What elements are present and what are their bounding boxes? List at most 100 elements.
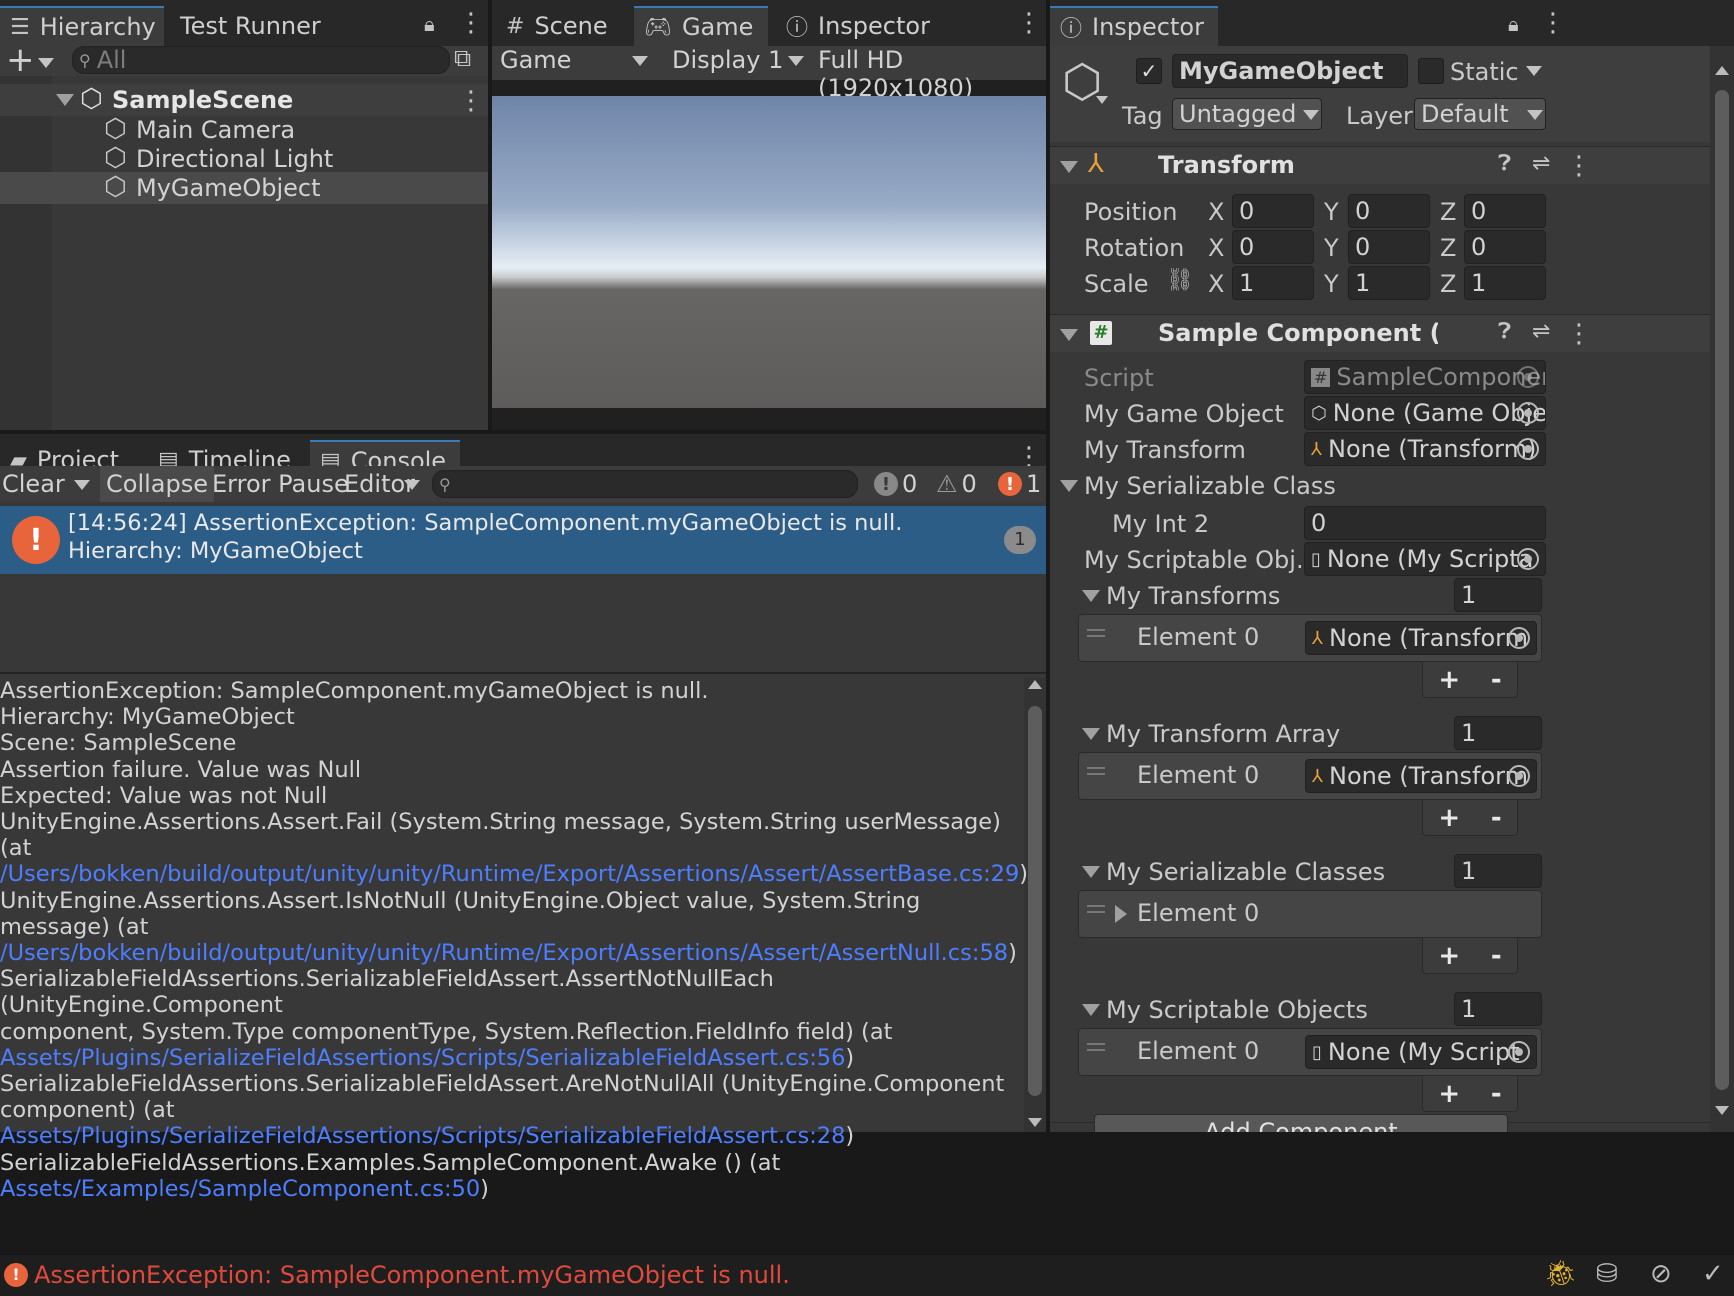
position-z-field[interactable]: 0: [1464, 194, 1546, 228]
expand-icon[interactable]: [1082, 728, 1100, 740]
add-element-button[interactable]: +: [1438, 665, 1460, 695]
element-0-field[interactable]: ▯ None (My Script: [1305, 1035, 1537, 1069]
my-scriptable-objects-label[interactable]: My Scriptable Objects: [1106, 996, 1368, 1024]
hierarchy-item-main-camera[interactable]: ⬡ Main Camera: [0, 114, 488, 146]
collapse-button[interactable]: Collapse: [100, 466, 214, 502]
scroll-up-icon[interactable]: [1715, 66, 1729, 75]
scroll-up-icon[interactable]: [1028, 680, 1042, 689]
icon-dropdown-icon[interactable]: [1096, 96, 1108, 104]
scroll-down-icon[interactable]: [1715, 1106, 1729, 1115]
position-x-field[interactable]: 0: [1232, 194, 1314, 228]
lock-icon[interactable]: 🔒︎: [1508, 12, 1519, 36]
element-0-field[interactable]: ⅄ None (Transform: [1305, 759, 1537, 793]
tab-inspector[interactable]: ⓘ Inspector: [1050, 6, 1218, 46]
scale-z-field[interactable]: 1: [1464, 266, 1546, 300]
warning-filter-toggle[interactable]: ⚠ 0: [936, 470, 977, 498]
remove-element-button[interactable]: -: [1491, 1079, 1502, 1109]
position-y-field[interactable]: 0: [1348, 194, 1430, 228]
presets-icon[interactable]: ⇌: [1532, 151, 1550, 176]
expand-icon[interactable]: [1082, 1004, 1100, 1016]
component-menu-icon[interactable]: ⋮: [1566, 321, 1592, 347]
constrain-proportions-icon[interactable]: ⛓: [1166, 268, 1194, 293]
remove-element-button[interactable]: -: [1491, 665, 1502, 695]
scrollbar-thumb[interactable]: [1028, 706, 1042, 1096]
inspector-menu-icon[interactable]: ⋮: [1540, 10, 1566, 36]
expand-icon[interactable]: [1082, 866, 1100, 878]
layer-dropdown[interactable]: Default: [1414, 98, 1546, 130]
hierarchy-item-mygameobject[interactable]: ⬡ MyGameObject: [0, 172, 488, 204]
tab-inspector-center[interactable]: ⓘ Inspector: [776, 6, 940, 46]
my-transform-array-size[interactable]: 1: [1454, 716, 1542, 750]
add-component-button[interactable]: Add Component: [1094, 1114, 1508, 1132]
inspector-scrollbar[interactable]: [1710, 46, 1734, 1132]
remove-element-button[interactable]: -: [1491, 803, 1502, 833]
stacktrace-link[interactable]: Assets/Plugins/SerializeFieldAssertions/…: [0, 1045, 845, 1071]
element-0-field[interactable]: ⅄ None (Transform: [1305, 621, 1537, 655]
help-icon[interactable]: ❓︎: [1498, 151, 1511, 176]
drag-handle-icon[interactable]: [1087, 905, 1105, 913]
my-int-2-field[interactable]: 0: [1304, 506, 1546, 540]
my-scriptable-obj-field[interactable]: ▯ None (My Scripta: [1304, 542, 1546, 576]
status-message[interactable]: AssertionException: SampleComponent.myGa…: [34, 1261, 790, 1289]
add-element-button[interactable]: +: [1438, 1079, 1460, 1109]
help-icon[interactable]: ❓︎: [1498, 319, 1511, 344]
scrollbar-thumb[interactable]: [1715, 90, 1729, 1090]
object-name-field[interactable]: MyGameObject: [1172, 54, 1408, 88]
add-icon[interactable]: +: [6, 40, 35, 80]
lock-icon[interactable]: 🔒︎: [424, 12, 435, 36]
error-pause-button[interactable]: Error Pause: [212, 470, 349, 498]
drag-handle-icon[interactable]: [1087, 1043, 1105, 1051]
my-serializable-classes-label[interactable]: My Serializable Classes: [1106, 858, 1385, 886]
hierarchy-item-directional-light[interactable]: ⬡ Directional Light: [0, 143, 488, 175]
checkmark-icon[interactable]: ✓: [1702, 1259, 1724, 1289]
rotation-z-field[interactable]: 0: [1464, 230, 1546, 264]
component-menu-icon[interactable]: ⋮: [1566, 153, 1592, 179]
expand-icon[interactable]: [1060, 480, 1078, 492]
tab-game[interactable]: 🎮︎ Game: [634, 6, 768, 46]
hierarchy-menu-icon[interactable]: ⋮: [458, 10, 484, 36]
object-picker-icon[interactable]: [1508, 627, 1530, 649]
clear-button[interactable]: Clear: [2, 470, 65, 498]
sample-component-header[interactable]: # Sample Component (Script ❓︎ ⇌ ⋮: [1050, 314, 1734, 352]
my-transform-array-label[interactable]: My Transform Array: [1106, 720, 1340, 748]
add-element-button[interactable]: +: [1438, 941, 1460, 971]
scene-row[interactable]: ⬡ SampleScene ⋮: [0, 84, 488, 116]
object-picker-icon[interactable]: [1508, 1041, 1530, 1063]
scale-x-field[interactable]: 1: [1232, 266, 1314, 300]
error-filter-toggle[interactable]: ! 1: [998, 470, 1041, 498]
cache-server-icon[interactable]: ⛁: [1596, 1259, 1618, 1289]
expand-icon[interactable]: [56, 94, 74, 106]
console-entry[interactable]: ! [14:56:24] AssertionException: SampleC…: [0, 506, 1046, 574]
drag-handle-icon[interactable]: [1087, 629, 1105, 637]
collapse-icon[interactable]: [1060, 329, 1078, 341]
my-transform-field[interactable]: ⅄ None (Transform): [1304, 432, 1546, 466]
center-menu-icon[interactable]: ⋮: [1016, 10, 1042, 36]
remove-element-button[interactable]: -: [1491, 941, 1502, 971]
rotation-y-field[interactable]: 0: [1348, 230, 1430, 264]
stacktrace-link[interactable]: /Users/bokken/build/output/unity/unity/R…: [0, 940, 1008, 966]
rotation-x-field[interactable]: 0: [1232, 230, 1314, 264]
resolution-dropdown[interactable]: Full HD (1920x1080): [810, 46, 1046, 102]
presets-icon[interactable]: ⇌: [1532, 319, 1550, 344]
my-serializable-class-label[interactable]: My Serializable Class: [1084, 472, 1336, 500]
my-transforms-label[interactable]: My Transforms: [1106, 582, 1280, 610]
tab-scene[interactable]: # Scene: [496, 6, 618, 46]
transform-header[interactable]: ⅄ Transform ❓︎ ⇌ ⋮: [1050, 146, 1734, 184]
expand-icon[interactable]: [1082, 590, 1100, 602]
object-picker-icon[interactable]: [1517, 548, 1539, 570]
tab-test-runner[interactable]: Test Runner: [170, 6, 331, 46]
editor-dropdown-icon[interactable]: [404, 480, 420, 490]
my-transforms-size[interactable]: 1: [1454, 578, 1542, 612]
game-viewport[interactable]: [492, 96, 1046, 408]
bug-icon[interactable]: 🐞︎: [1544, 1259, 1577, 1289]
scene-menu-icon[interactable]: ⋮: [458, 88, 484, 114]
scroll-down-icon[interactable]: [1028, 1118, 1042, 1127]
my-game-object-field[interactable]: ⬡ None (Game Obje: [1304, 396, 1546, 430]
console-scrollbar[interactable]: [1024, 678, 1046, 1132]
expand-element-icon[interactable]: [1115, 905, 1127, 923]
add-dropdown-icon[interactable]: [38, 58, 54, 68]
console-splitter[interactable]: [0, 672, 1046, 674]
hierarchy-search-input[interactable]: ⚲ All: [72, 46, 450, 74]
collapse-icon[interactable]: [1060, 161, 1078, 173]
network-off-icon[interactable]: ⊘: [1650, 1259, 1672, 1289]
